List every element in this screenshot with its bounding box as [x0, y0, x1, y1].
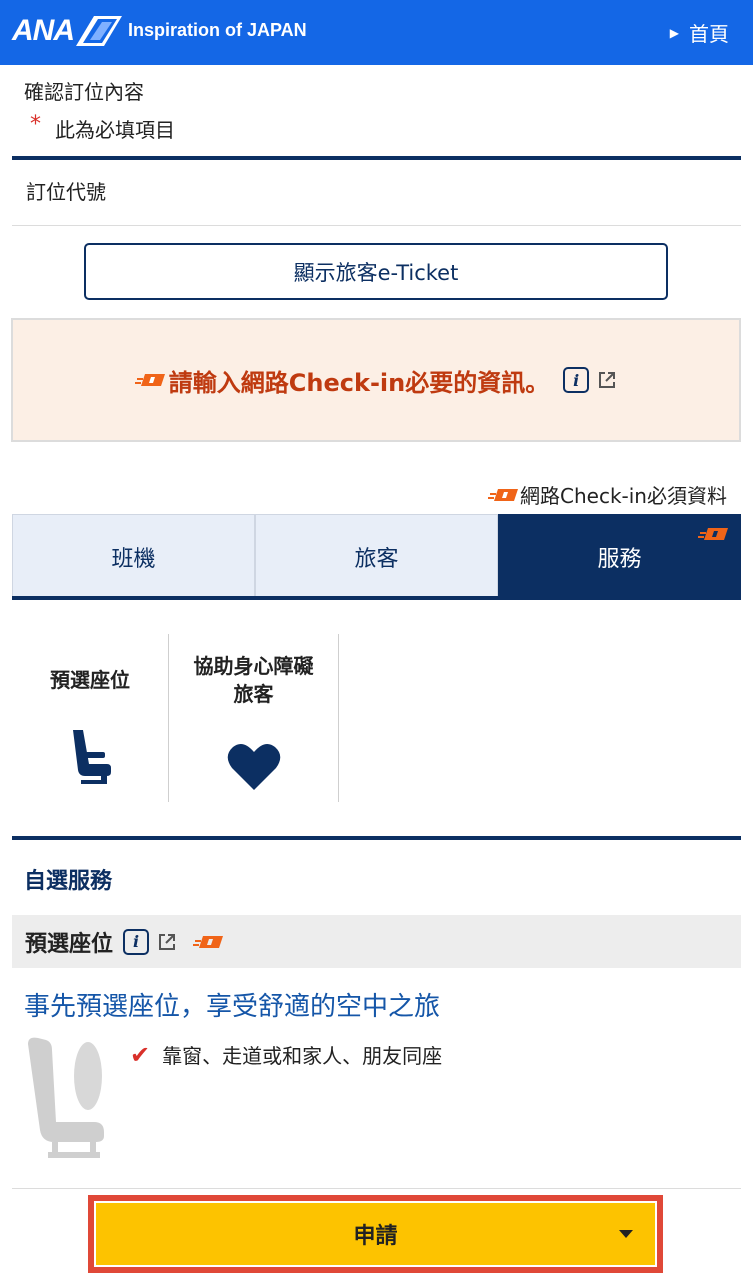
divider — [12, 836, 741, 840]
checkin-notice: 請輸入網路Check-in必要的資訊。 i — [11, 318, 741, 442]
airplane-seat-icon — [28, 1037, 104, 1158]
checkin-required-legend: 網路Check-in必須資料 — [488, 480, 727, 509]
accessibility-assistance-card[interactable]: 協助身心障礙 旅客 — [169, 634, 338, 802]
section-title: 自選服務 — [24, 869, 113, 894]
service-label: 預選座位 — [50, 668, 130, 692]
logo-text: ANA — [12, 14, 75, 47]
home-label: 首頁 — [689, 22, 729, 46]
checkin-mark-icon — [134, 374, 165, 386]
info-icon[interactable]: i — [123, 928, 150, 955]
seat-selection-header: 預選座位 i — [12, 915, 741, 968]
header-bar: ANA Inspiration of JAPAN ▶ 首頁 — [0, 0, 753, 65]
tab-underline — [12, 596, 741, 600]
booking-reference-label: 訂位代號 — [26, 180, 106, 204]
tab-bar: 班機 旅客 服務 — [12, 514, 741, 600]
checkin-mark-icon — [488, 488, 519, 501]
checkin-mark-icon — [193, 935, 224, 948]
apply-label: 申請 — [353, 1224, 398, 1249]
tab-label: 班機 — [111, 547, 156, 572]
apply-button[interactable]: 申請 — [96, 1203, 655, 1265]
tagline: Inspiration of JAPAN — [128, 20, 307, 40]
divider — [12, 1188, 741, 1189]
seat-icon — [73, 730, 111, 784]
home-link[interactable]: ▶ 首頁 — [670, 18, 729, 47]
page-title: 確認訂位內容 — [24, 80, 144, 104]
check-icon: ✔ — [130, 1040, 151, 1069]
external-link-icon[interactable] — [597, 370, 617, 390]
checkin-legend-text: 網路Check-in必須資料 — [520, 484, 727, 508]
caret-down-icon — [619, 1230, 633, 1238]
show-eticket-button[interactable]: 顯示旅客e-Ticket — [84, 243, 668, 300]
tab-flight[interactable]: 班機 — [12, 514, 255, 600]
tab-label: 旅客 — [354, 547, 399, 572]
seat-selection-title: 預選座位 — [25, 931, 114, 957]
checkin-mark-icon — [698, 528, 728, 540]
info-icon[interactable]: i — [563, 367, 590, 393]
tab-passenger[interactable]: 旅客 — [255, 514, 498, 600]
required-note: * 此為必填項目 — [30, 112, 175, 143]
seat-promo-title: 事先預選座位，享受舒適的空中之旅 — [24, 992, 441, 1022]
required-note-text: 此為必填項目 — [55, 118, 175, 142]
promo-bullet-text: 靠窗、走道或和家人、朋友同座 — [162, 1044, 443, 1068]
heart-icon — [227, 743, 280, 790]
external-link-icon[interactable] — [157, 932, 177, 952]
service-label-line: 協助身心障礙 — [193, 654, 314, 678]
seat-selection-card[interactable]: 預選座位 — [12, 634, 168, 802]
service-label: 協助身心障礙 旅客 — [194, 652, 314, 708]
required-star: * — [30, 112, 41, 137]
divider — [12, 225, 741, 226]
promo-bullet: ✔ 靠窗、走道或和家人、朋友同座 — [130, 1040, 442, 1069]
ana-logo-mark-icon — [76, 16, 122, 46]
ana-logo[interactable]: ANA — [12, 14, 122, 48]
divider — [12, 156, 741, 160]
notice-text: 請輸入網路Check-in必要的資訊。 — [168, 368, 550, 397]
tab-label: 服務 — [597, 547, 642, 572]
tab-services[interactable]: 服務 — [498, 514, 741, 600]
divider — [338, 634, 339, 802]
service-label-line: 旅客 — [233, 682, 274, 706]
chevron-right-icon: ▶ — [669, 25, 679, 40]
